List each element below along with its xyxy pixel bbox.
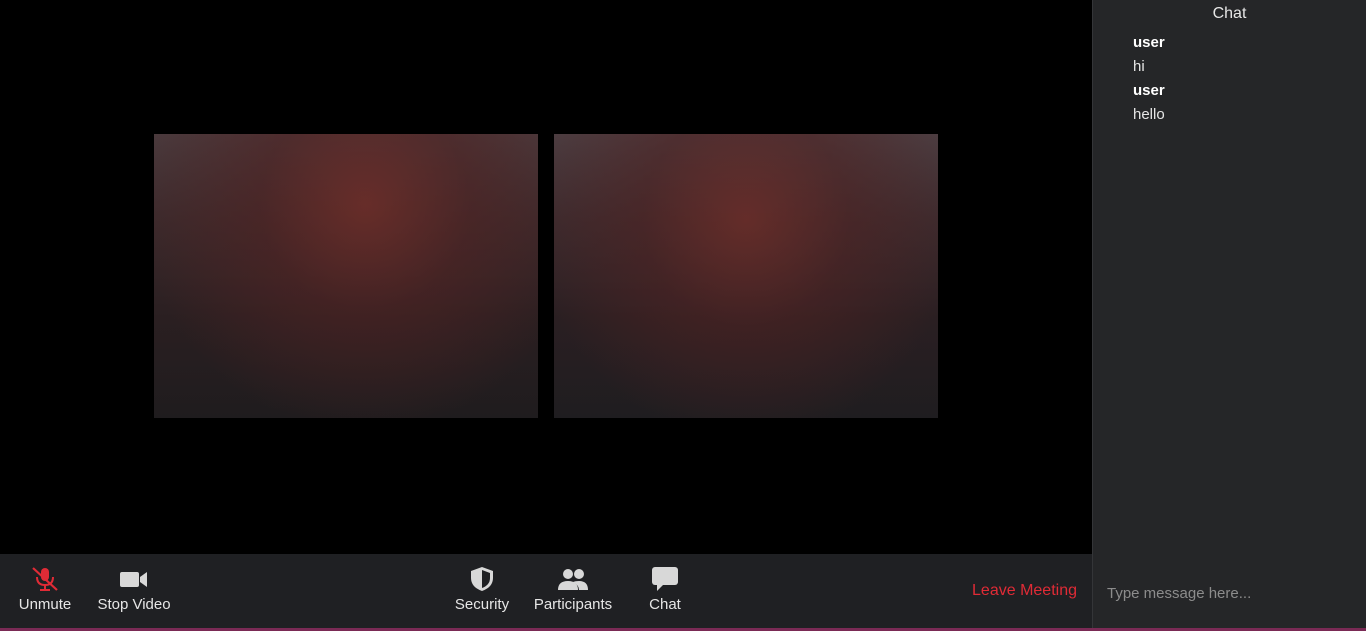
- chat-button[interactable]: Chat: [640, 554, 690, 628]
- people-icon: [557, 566, 589, 592]
- unmute-label: Unmute: [18, 596, 72, 613]
- chat-bubble-icon: [651, 566, 679, 592]
- video-tile[interactable]: [554, 134, 938, 418]
- shield-icon: [469, 566, 495, 592]
- chat-messages: user hi user hello: [1133, 32, 1356, 128]
- chat-label: Chat: [649, 596, 681, 613]
- video-stage: [0, 0, 1092, 554]
- microphone-muted-icon: [30, 566, 60, 592]
- stop-video-label: Stop Video: [97, 596, 171, 613]
- meeting-window: Unmute Stop Video Security Participants …: [0, 0, 1366, 631]
- participants-button[interactable]: Participants: [528, 554, 618, 628]
- stop-video-button[interactable]: Stop Video: [92, 554, 176, 628]
- chat-panel: Chat user hi user hello: [1092, 0, 1366, 628]
- message-sender: user: [1133, 34, 1165, 51]
- security-label: Security: [454, 596, 510, 613]
- chat-message: user hello: [1133, 80, 1356, 128]
- message-text: hi: [1133, 58, 1145, 75]
- security-button[interactable]: Security: [450, 554, 514, 628]
- leave-meeting-button[interactable]: Leave Meeting: [972, 554, 1077, 628]
- video-camera-icon: [119, 566, 149, 592]
- chat-message: user hi: [1133, 32, 1356, 80]
- unmute-button[interactable]: Unmute: [14, 554, 76, 628]
- participants-label: Participants: [533, 596, 613, 613]
- meeting-toolbar: Unmute Stop Video Security Participants …: [0, 554, 1092, 628]
- chat-message-input[interactable]: [1099, 578, 1366, 608]
- message-sender: user: [1133, 82, 1165, 99]
- video-tile[interactable]: [154, 134, 538, 418]
- chat-title: Chat: [1212, 5, 1247, 22]
- message-text: hello: [1133, 106, 1165, 123]
